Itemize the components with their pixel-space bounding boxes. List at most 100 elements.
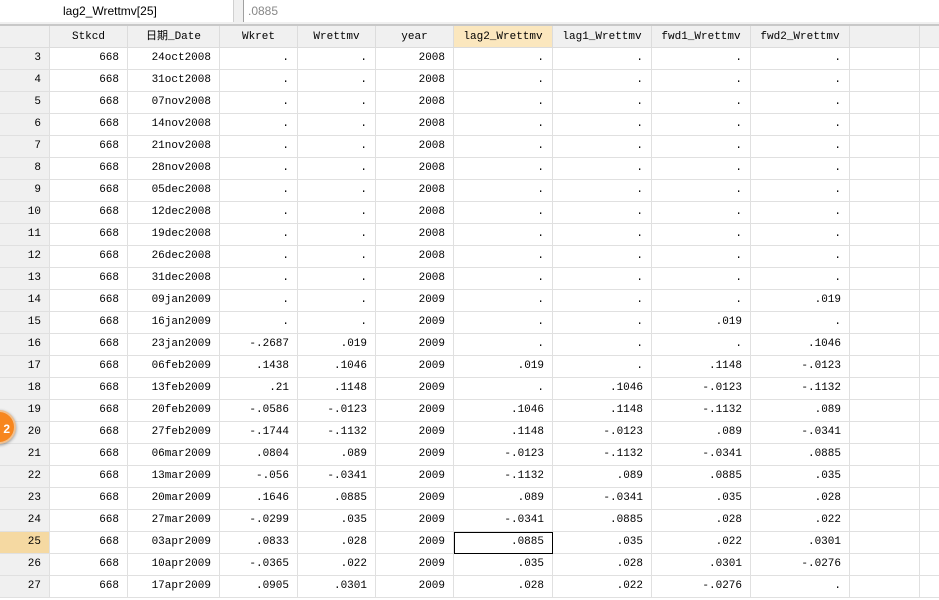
row-number[interactable]: 4 (0, 70, 50, 92)
cell-empty[interactable] (920, 246, 939, 268)
cell-fwd2-wrettmv[interactable]: . (751, 70, 850, 92)
cell-wkret[interactable]: . (220, 312, 298, 334)
cell-fwd2-wrettmv[interactable]: -.0123 (751, 356, 850, 378)
row-number[interactable]: 11 (0, 224, 50, 246)
cell-stkcd[interactable]: 668 (50, 158, 128, 180)
cell-wrettmv[interactable]: . (298, 268, 376, 290)
cell-empty[interactable] (850, 532, 920, 554)
cell-empty[interactable] (850, 48, 920, 70)
column-header-date[interactable]: 日期_Date (128, 26, 220, 48)
cell-empty[interactable] (920, 92, 939, 114)
cell-lag2-wrettmv[interactable]: .019 (454, 356, 553, 378)
cell-wrettmv[interactable]: . (298, 70, 376, 92)
row-number[interactable]: 22 (0, 466, 50, 488)
cell-wrettmv[interactable]: -.1132 (298, 422, 376, 444)
cell-fwd1-wrettmv[interactable]: .028 (652, 510, 751, 532)
cell-date[interactable]: 31dec2008 (128, 268, 220, 290)
cell-year[interactable]: 2008 (376, 70, 454, 92)
cell-fwd1-wrettmv[interactable]: . (652, 48, 751, 70)
cell-fwd1-wrettmv[interactable]: . (652, 224, 751, 246)
cell-empty[interactable] (850, 246, 920, 268)
cell-stkcd[interactable]: 668 (50, 268, 128, 290)
cell-lag2-wrettmv[interactable]: .1046 (454, 400, 553, 422)
cell-year[interactable]: 2009 (376, 554, 454, 576)
cell-fwd2-wrettmv[interactable]: . (751, 158, 850, 180)
cell-wrettmv[interactable]: -.0341 (298, 466, 376, 488)
cell-stkcd[interactable]: 668 (50, 202, 128, 224)
cell-wrettmv[interactable]: . (298, 114, 376, 136)
cell-fwd2-wrettmv[interactable]: -.0276 (751, 554, 850, 576)
cell-fwd2-wrettmv[interactable]: . (751, 180, 850, 202)
cell-fwd1-wrettmv[interactable]: -.1132 (652, 400, 751, 422)
cell-wrettmv[interactable]: . (298, 180, 376, 202)
cell-lag1-wrettmv[interactable]: . (553, 158, 652, 180)
cell-date[interactable]: 14nov2008 (128, 114, 220, 136)
cell-lag2-wrettmv[interactable]: -.0341 (454, 510, 553, 532)
cell-wrettmv[interactable]: .089 (298, 444, 376, 466)
column-header-stkcd[interactable]: Stkcd (50, 26, 128, 48)
cell-empty[interactable] (850, 158, 920, 180)
cell-date[interactable]: 28nov2008 (128, 158, 220, 180)
cell-wrettmv[interactable]: . (298, 158, 376, 180)
cell-date[interactable]: 05dec2008 (128, 180, 220, 202)
cell-stkcd[interactable]: 668 (50, 70, 128, 92)
cell-fwd1-wrettmv[interactable]: .035 (652, 488, 751, 510)
cell-fwd1-wrettmv[interactable]: . (652, 92, 751, 114)
cell-year[interactable]: 2008 (376, 268, 454, 290)
cell-lag2-wrettmv[interactable]: .035 (454, 554, 553, 576)
cell-fwd2-wrettmv[interactable]: . (751, 92, 850, 114)
cell-date[interactable]: 06mar2009 (128, 444, 220, 466)
cell-fwd2-wrettmv[interactable]: . (751, 48, 850, 70)
cell-wkret[interactable]: . (220, 48, 298, 70)
variable-name-box[interactable]: lag2_Wrettmv[25] (0, 0, 234, 22)
cell-wkret[interactable]: . (220, 92, 298, 114)
cell-wrettmv[interactable]: .1046 (298, 356, 376, 378)
cell-lag1-wrettmv[interactable]: . (553, 92, 652, 114)
column-header-fwd1-wrettmv[interactable]: fwd1_Wrettmv (652, 26, 751, 48)
cell-stkcd[interactable]: 668 (50, 356, 128, 378)
cell-fwd1-wrettmv[interactable]: .022 (652, 532, 751, 554)
cell-lag1-wrettmv[interactable]: -.1132 (553, 444, 652, 466)
row-number[interactable]: 21 (0, 444, 50, 466)
cell-wkret[interactable]: . (220, 70, 298, 92)
cell-stkcd[interactable]: 668 (50, 48, 128, 70)
cell-lag1-wrettmv[interactable]: -.0123 (553, 422, 652, 444)
cell-year[interactable]: 2009 (376, 334, 454, 356)
cell-date[interactable]: 07nov2008 (128, 92, 220, 114)
cell-wkret[interactable]: .1646 (220, 488, 298, 510)
cell-empty[interactable] (920, 378, 939, 400)
cell-lag1-wrettmv[interactable]: .028 (553, 554, 652, 576)
row-number[interactable]: 25 (0, 532, 50, 554)
cell-empty[interactable] (920, 400, 939, 422)
cell-empty[interactable] (850, 356, 920, 378)
cell-stkcd[interactable]: 668 (50, 532, 128, 554)
cell-wkret[interactable]: .1438 (220, 356, 298, 378)
row-number[interactable]: 15 (0, 312, 50, 334)
cell-empty[interactable] (850, 422, 920, 444)
cell-lag1-wrettmv[interactable]: .0885 (553, 510, 652, 532)
cell-lag2-wrettmv[interactable]: . (454, 70, 553, 92)
cell-wrettmv[interactable]: . (298, 136, 376, 158)
cell-date[interactable]: 24oct2008 (128, 48, 220, 70)
cell-wrettmv[interactable]: .1148 (298, 378, 376, 400)
cell-fwd2-wrettmv[interactable]: . (751, 224, 850, 246)
cell-lag2-wrettmv[interactable]: . (454, 114, 553, 136)
cell-year[interactable]: 2008 (376, 92, 454, 114)
cell-lag2-wrettmv[interactable]: . (454, 92, 553, 114)
cell-fwd1-wrettmv[interactable]: -.0341 (652, 444, 751, 466)
cell-fwd1-wrettmv[interactable]: . (652, 136, 751, 158)
cell-empty[interactable] (850, 444, 920, 466)
cell-fwd1-wrettmv[interactable]: -.0123 (652, 378, 751, 400)
row-number[interactable]: 24 (0, 510, 50, 532)
row-number[interactable]: 18 (0, 378, 50, 400)
cell-empty[interactable] (850, 554, 920, 576)
cell-date[interactable]: 20feb2009 (128, 400, 220, 422)
cell-value-box[interactable]: .0885 (243, 0, 939, 22)
cell-lag2-wrettmv[interactable]: .089 (454, 488, 553, 510)
cell-wrettmv[interactable]: .019 (298, 334, 376, 356)
cell-wkret[interactable]: . (220, 114, 298, 136)
cell-wkret[interactable]: . (220, 202, 298, 224)
cell-fwd1-wrettmv[interactable]: -.0276 (652, 576, 751, 598)
cell-lag2-wrettmv[interactable]: . (454, 48, 553, 70)
cell-stkcd[interactable]: 668 (50, 290, 128, 312)
